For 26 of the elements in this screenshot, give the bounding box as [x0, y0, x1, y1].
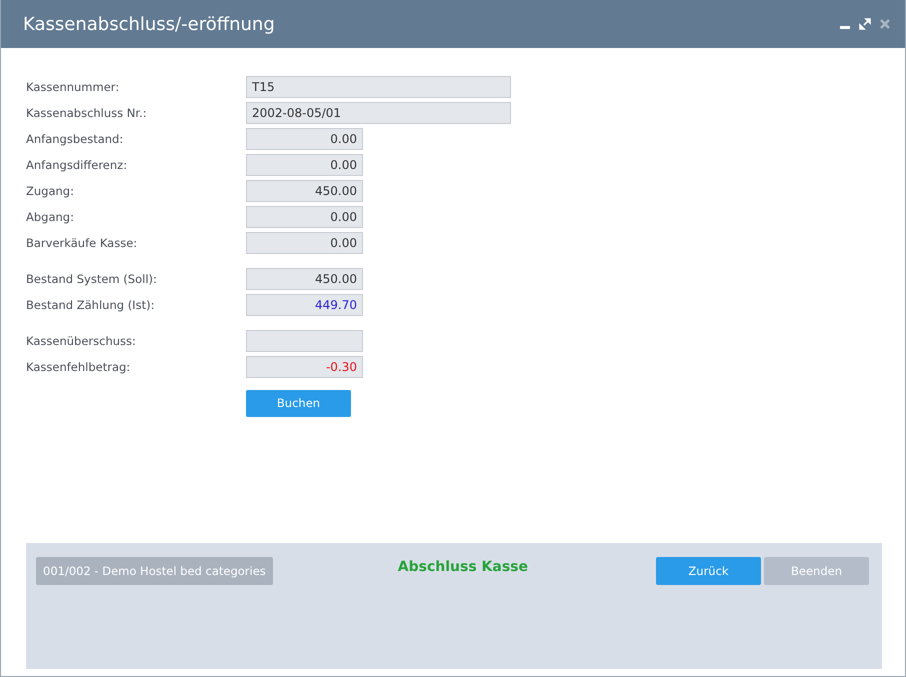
input-field[interactable]: 450.00: [246, 180, 363, 202]
input-field[interactable]: 0.00: [246, 154, 363, 176]
input-field[interactable]: -0.30: [246, 356, 363, 378]
field-label: Anfangsdifferenz:: [26, 158, 128, 172]
input-field[interactable]: 2002-08-05/01: [246, 102, 511, 124]
maximize-icon[interactable]: [859, 18, 871, 30]
input-field[interactable]: T15: [246, 76, 511, 98]
field-label: Kassenabschluss Nr.:: [26, 106, 148, 120]
input-field[interactable]: 450.00: [246, 268, 363, 290]
input-field[interactable]: 0.00: [246, 232, 363, 254]
input-field[interactable]: 0.00: [246, 206, 363, 228]
field-label: Barverkäufe Kasse:: [26, 236, 138, 250]
field-label: Zugang:: [26, 184, 75, 198]
field-label: Kassennummer:: [26, 80, 120, 94]
field-label: Bestand Zählung (Ist):: [26, 298, 156, 312]
input-field[interactable]: 449.70: [246, 294, 363, 316]
input-field[interactable]: 0.00: [246, 128, 363, 150]
field-label: Anfangsbestand:: [26, 132, 124, 146]
field-label: Kassenfehlbetrag:: [26, 360, 132, 374]
field-label: Kassenüberschuss:: [26, 334, 137, 348]
field-label: Abgang:: [26, 210, 75, 224]
window-title: Kassenabschluss/-eröffnung: [23, 14, 276, 34]
input-field[interactable]: [246, 330, 363, 352]
field-label: Bestand System (Soll):: [26, 272, 158, 286]
status-text: Abschluss Kasse: [396, 559, 529, 575]
info-label: 001/002 - Demo Hostel bed categories: [36, 557, 273, 585]
